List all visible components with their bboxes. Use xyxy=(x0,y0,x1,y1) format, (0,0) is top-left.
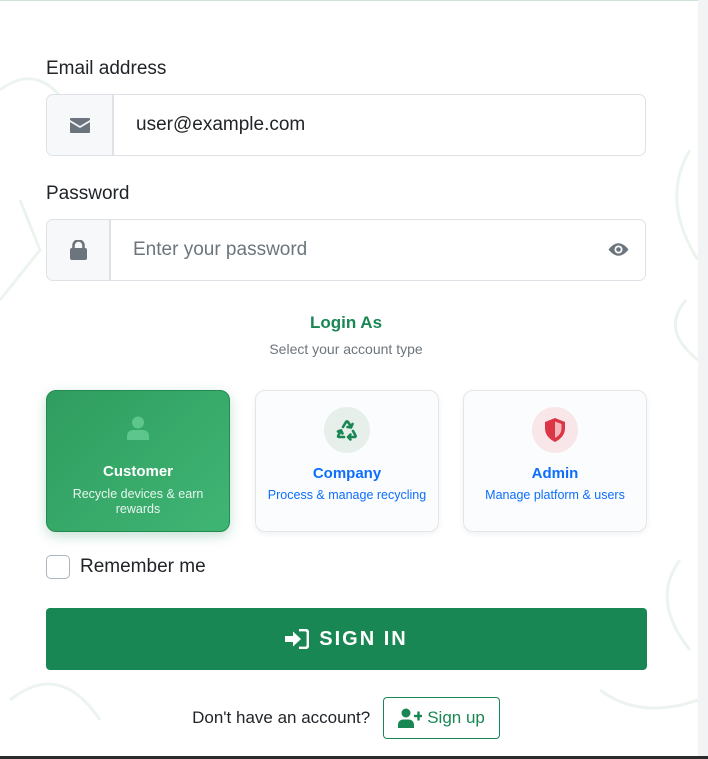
email-label: Email address xyxy=(46,58,167,79)
sign-in-icon xyxy=(285,629,310,649)
admin-title: Admin xyxy=(531,465,579,482)
admin-description: Manage platform & users xyxy=(485,488,625,502)
shield-icon xyxy=(545,418,565,442)
account-type-customer[interactable]: Customer Recycle devices & earn rewards xyxy=(46,390,230,532)
eye-icon[interactable] xyxy=(608,242,629,257)
password-field[interactable]: Enter your password xyxy=(110,219,646,281)
login-as-title: Login As xyxy=(309,313,383,332)
email-addon xyxy=(46,94,113,156)
envelope-icon xyxy=(69,117,90,133)
sign-up-button[interactable]: Sign up xyxy=(383,697,500,739)
user-icon xyxy=(127,416,149,440)
customer-icon-wrap xyxy=(115,405,161,451)
lock-icon xyxy=(69,240,87,260)
sign-in-label: SIGN IN xyxy=(319,627,408,650)
email-value: user@example.com xyxy=(136,114,306,135)
remember-me: Remember me xyxy=(46,555,206,579)
sign-up-label: Sign up xyxy=(427,708,485,727)
company-title: Company xyxy=(312,465,382,482)
sign-in-button[interactable]: SIGN IN xyxy=(46,608,647,670)
remember-label[interactable]: Remember me xyxy=(80,556,206,578)
customer-title: Customer xyxy=(102,463,173,480)
company-description: Process & manage recycling xyxy=(267,488,427,502)
user-plus-icon xyxy=(398,708,423,728)
password-label: Password xyxy=(46,183,130,204)
account-type-admin[interactable]: Admin Manage platform & users xyxy=(463,390,647,532)
remember-checkbox[interactable] xyxy=(46,555,70,579)
recycle-icon xyxy=(336,419,357,441)
account-type-company[interactable]: Company Process & manage recycling xyxy=(255,390,439,532)
customer-description: Recycle devices & earn rewards xyxy=(72,487,204,516)
email-input-group: user@example.com xyxy=(46,94,646,156)
signup-row: Don't have an account? Sign up xyxy=(0,697,692,739)
password-placeholder: Enter your password xyxy=(133,239,308,260)
company-icon-wrap xyxy=(324,407,370,453)
signup-question: Don't have an account? xyxy=(192,708,371,727)
top-border xyxy=(0,0,698,1)
scroll-gutter xyxy=(698,0,708,759)
login-as-subtitle: Select your account type xyxy=(269,341,423,357)
password-addon xyxy=(46,219,110,281)
password-input-group: Enter your password xyxy=(46,219,646,281)
admin-icon-wrap xyxy=(532,407,578,453)
email-field[interactable]: user@example.com xyxy=(113,94,646,156)
